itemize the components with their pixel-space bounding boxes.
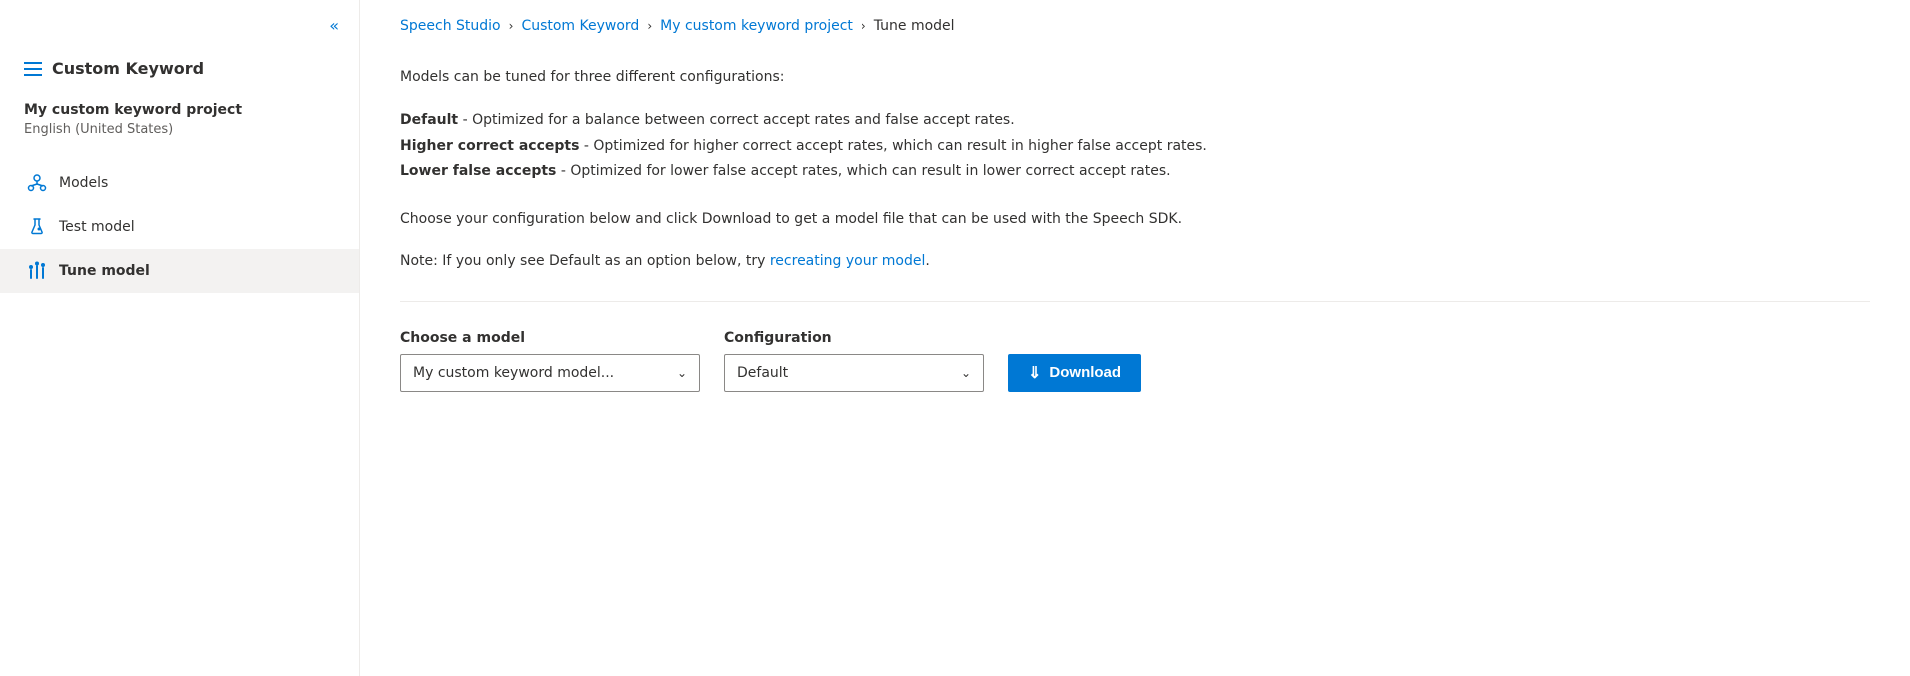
config-default-desc: - Optimized for a balance between correc… [458,112,1015,128]
sidebar: « Custom Keyword My custom keyword proje… [0,0,360,676]
breadcrumb-tune-model: Tune model [874,18,955,34]
tune-model-icon [27,261,47,281]
project-language: English (United States) [24,122,335,137]
intro-text: Models can be tuned for three different … [400,66,1870,88]
model-label: Choose a model [400,330,700,346]
note-suffix: . [925,253,929,269]
download-button[interactable]: ⇓ Download [1008,354,1141,392]
config-default-name: Default [400,112,458,128]
config-list: Default - Optimized for a balance betwee… [400,108,1870,184]
sidebar-header: Custom Keyword [0,43,359,102]
sidebar-item-models-label: Models [59,175,108,191]
config-select[interactable]: Default ⌄ [724,354,984,392]
breadcrumb: Speech Studio › Custom Keyword › My cust… [400,0,1870,58]
note-text: Note: If you only see Default as an opti… [400,250,1870,272]
models-icon [27,173,47,193]
hamburger-icon [24,62,42,76]
config-higher-name: Higher correct accepts [400,138,579,154]
project-section: My custom keyword project English (Unite… [0,102,359,153]
note-prefix: Note: If you only see Default as an opti… [400,253,770,269]
breadcrumb-project[interactable]: My custom keyword project [660,18,853,34]
config-field: Configuration Default ⌄ [724,330,984,392]
config-higher: Higher correct accepts - Optimized for h… [400,134,1870,159]
model-field: Choose a model My custom keyword model..… [400,330,700,392]
note-link[interactable]: recreating your model [770,253,926,269]
collapse-button-area: « [0,0,359,43]
model-select[interactable]: My custom keyword model... ⌄ [400,354,700,392]
config-lower-name: Lower false accepts [400,163,556,179]
breadcrumb-sep-3: › [861,19,866,33]
breadcrumb-speech-studio[interactable]: Speech Studio [400,18,501,34]
download-form: Choose a model My custom keyword model..… [400,330,1870,392]
download-button-label: Download [1049,364,1121,381]
breadcrumb-custom-keyword[interactable]: Custom Keyword [521,18,639,34]
instruction-text: Choose your configuration below and clic… [400,208,1870,230]
config-label: Configuration [724,330,984,346]
breadcrumb-sep-2: › [647,19,652,33]
test-model-icon [27,217,47,237]
config-higher-desc: - Optimized for higher correct accept ra… [579,138,1206,154]
sidebar-item-test-model[interactable]: Test model [0,205,359,249]
config-default: Default - Optimized for a balance betwee… [400,108,1870,133]
sidebar-item-tune-model-label: Tune model [59,263,150,279]
sidebar-title: Custom Keyword [52,59,204,78]
main-content: Speech Studio › Custom Keyword › My cust… [360,0,1910,676]
config-lower-desc: - Optimized for lower false accept rates… [556,163,1170,179]
config-lower: Lower false accepts - Optimized for lowe… [400,159,1870,184]
collapse-icon[interactable]: « [329,16,339,35]
project-name: My custom keyword project [24,102,335,118]
divider [400,301,1870,302]
download-arrow-icon: ⇓ [1028,363,1041,383]
config-select-value: Default [737,365,788,381]
sidebar-item-models[interactable]: Models [0,161,359,205]
breadcrumb-sep-1: › [509,19,514,33]
sidebar-item-test-model-label: Test model [59,219,135,235]
config-select-chevron: ⌄ [961,366,971,380]
model-select-value: My custom keyword model... [413,365,614,381]
sidebar-nav: Models Test model [0,161,359,293]
sidebar-item-tune-model[interactable]: Tune model [0,249,359,293]
content-body: Models can be tuned for three different … [400,58,1870,392]
model-select-chevron: ⌄ [677,366,687,380]
